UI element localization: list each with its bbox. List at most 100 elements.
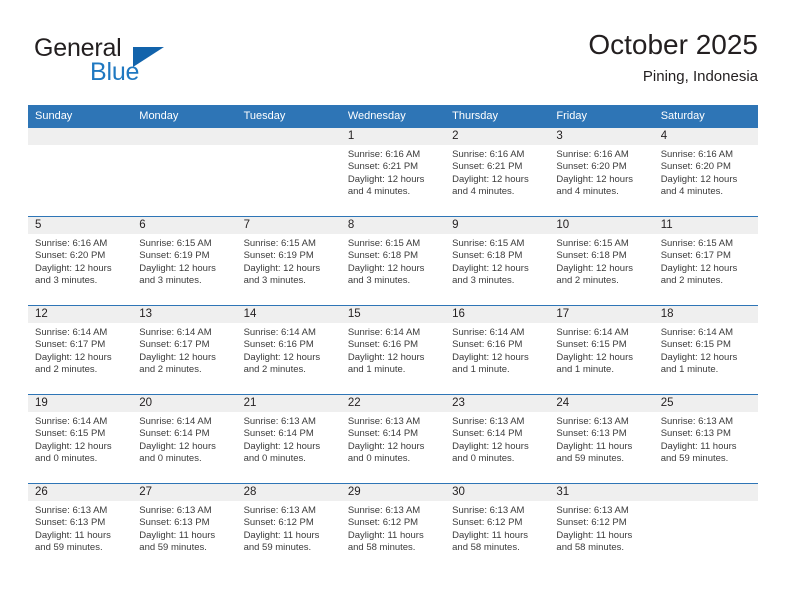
sunrise-text: Sunrise: 6:13 AM	[243, 416, 316, 427]
calendar-day-cell[interactable]: 1 Sunrise: 6:16 AM Sunset: 6:21 PM Daylight…	[340, 127, 446, 217]
sunset-text: Sunset: 6:13 PM	[35, 517, 106, 529]
sunrise-text: Sunrise: 6:16 AM	[452, 149, 525, 160]
day-box: 29 Sunrise: 6:13 AM Sunset: 6:12 PM Dayligh…	[340, 484, 446, 572]
calendar-day-cell[interactable]: 24 Sunrise: 6:13 AM Sunset: 6:13 PM Dayligh…	[549, 394, 654, 484]
calendar-day-cell[interactable]: 19 Sunrise: 6:14 AM Sunset: 6:15 PM Dayligh…	[28, 394, 133, 484]
sunset-text: Sunset: 6:14 PM	[347, 428, 419, 440]
calendar-day-cell[interactable]: 26 Sunrise: 6:13 AM Sunset: 6:13 PM Dayligh…	[28, 483, 133, 572]
calendar-day-cell[interactable]: 22 Sunrise: 6:13 AM Sunset: 6:14 PM Dayligh…	[340, 394, 446, 484]
day-number: 28	[236, 484, 341, 501]
sunset-text: Sunset: 6:16 PM	[452, 339, 523, 351]
calendar-day-cell[interactable]: 10 Sunrise: 6:15 AM Sunset: 6:18 PM Dayligh…	[549, 216, 654, 306]
calendar-day-cell[interactable]: 4 Sunrise: 6:16 AM Sunset: 6:20 PM Daylight…	[653, 127, 758, 217]
sunrise-text: Sunrise: 6:14 AM	[35, 327, 108, 338]
calendar-day-cell[interactable]: 15 Sunrise: 6:14 AM Sunset: 6:16 PM Dayligh…	[340, 305, 446, 395]
day-number: 2	[445, 128, 550, 145]
day-box: 5 Sunrise: 6:16 AM Sunset: 6:20 PM Daylight…	[28, 217, 133, 305]
calendar-day-cell[interactable]: 20 Sunrise: 6:14 AM Sunset: 6:14 PM Dayligh…	[132, 394, 237, 484]
sunrise-text: Sunrise: 6:14 AM	[660, 327, 734, 338]
daylight-text: Daylight: 12 hours and 2 minutes.	[556, 262, 633, 287]
day-details: Sunrise: 6:14 AM Sunset: 6:15 PM Daylight:…	[549, 323, 653, 377]
calendar-day-cell[interactable]: 9 Sunrise: 6:15 AM Sunset: 6:18 PM Daylight…	[445, 216, 550, 306]
calendar-day-cell[interactable]: 25 Sunrise: 6:13 AM Sunset: 6:13 PM Dayligh…	[653, 394, 758, 484]
calendar-day-cell[interactable]: 12 Sunrise: 6:14 AM Sunset: 6:17 PM Dayligh…	[28, 305, 133, 395]
daylight-text: Daylight: 12 hours and 0 minutes.	[35, 440, 112, 465]
day-number: 5	[28, 217, 133, 234]
calendar-day-cell-empty	[236, 127, 341, 217]
brand-logo[interactable]: General Blue	[34, 34, 264, 92]
daylight-text: Daylight: 11 hours and 58 minutes.	[347, 529, 424, 554]
day-details: Sunrise: 6:14 AM Sunset: 6:16 PM Daylight:…	[445, 323, 549, 377]
calendar-week-row: 19 Sunrise: 6:14 AM Sunset: 6:15 PM Dayligh…	[28, 394, 758, 484]
day-number: 1	[340, 128, 446, 145]
calendar-day-cell[interactable]: 3 Sunrise: 6:16 AM Sunset: 6:20 PM Daylight…	[549, 127, 654, 217]
calendar-day-cell[interactable]: 7 Sunrise: 6:15 AM Sunset: 6:19 PM Daylight…	[236, 216, 341, 306]
sunrise-text: Sunrise: 6:13 AM	[452, 505, 525, 516]
day-box	[236, 128, 341, 216]
day-box: 2 Sunrise: 6:16 AM Sunset: 6:21 PM Daylight…	[445, 128, 550, 216]
sunset-text: Sunset: 6:15 PM	[35, 428, 106, 440]
weekday-header-friday: Friday	[549, 105, 654, 128]
sunrise-text: Sunrise: 6:13 AM	[556, 505, 629, 516]
day-number	[132, 128, 237, 145]
sunrise-text: Sunrise: 6:14 AM	[243, 327, 316, 338]
sunrise-text: Sunrise: 6:13 AM	[139, 505, 212, 516]
weekday-header-tuesday: Tuesday	[236, 105, 341, 128]
calendar-day-cell[interactable]: 8 Sunrise: 6:15 AM Sunset: 6:18 PM Daylight…	[340, 216, 446, 306]
day-number: 10	[549, 217, 654, 234]
calendar-day-cell[interactable]: 23 Sunrise: 6:13 AM Sunset: 6:14 PM Dayligh…	[445, 394, 550, 484]
sunset-text: Sunset: 6:14 PM	[452, 428, 523, 440]
day-details: Sunrise: 6:13 AM Sunset: 6:14 PM Daylight:…	[341, 412, 445, 466]
day-box: 14 Sunrise: 6:14 AM Sunset: 6:16 PM Dayligh…	[236, 306, 341, 394]
calendar-day-cell[interactable]: 14 Sunrise: 6:14 AM Sunset: 6:16 PM Dayligh…	[236, 305, 341, 395]
day-number: 6	[132, 217, 237, 234]
day-details: Sunrise: 6:14 AM Sunset: 6:15 PM Daylight:…	[28, 412, 132, 466]
day-box: 10 Sunrise: 6:15 AM Sunset: 6:18 PM Dayligh…	[549, 217, 654, 305]
daylight-text: Daylight: 12 hours and 4 minutes.	[660, 173, 738, 198]
day-box: 8 Sunrise: 6:15 AM Sunset: 6:18 PM Daylight…	[340, 217, 446, 305]
calendar-day-cell[interactable]: 29 Sunrise: 6:13 AM Sunset: 6:12 PM Dayligh…	[340, 483, 446, 572]
sunrise-text: Sunrise: 6:15 AM	[452, 238, 525, 249]
sunset-text: Sunset: 6:13 PM	[660, 428, 731, 440]
page-header: General Blue October 2025 Pining, Indone…	[34, 28, 758, 98]
calendar-table: Sunday Monday Tuesday Wednesday Thursday…	[28, 105, 758, 572]
calendar-day-cell[interactable]: 5 Sunrise: 6:16 AM Sunset: 6:20 PM Daylight…	[28, 216, 133, 306]
calendar-day-cell[interactable]: 11 Sunrise: 6:15 AM Sunset: 6:17 PM Dayligh…	[653, 216, 758, 306]
calendar-day-cell[interactable]: 18 Sunrise: 6:14 AM Sunset: 6:15 PM Dayligh…	[653, 305, 758, 395]
calendar-day-cell[interactable]: 27 Sunrise: 6:13 AM Sunset: 6:13 PM Dayligh…	[132, 483, 237, 572]
calendar-day-cell-empty	[132, 127, 237, 217]
day-box: 11 Sunrise: 6:15 AM Sunset: 6:17 PM Dayligh…	[653, 217, 758, 305]
sunset-text: Sunset: 6:14 PM	[243, 428, 314, 440]
calendar-day-cell[interactable]: 28 Sunrise: 6:13 AM Sunset: 6:12 PM Dayligh…	[236, 483, 341, 572]
day-box: 22 Sunrise: 6:13 AM Sunset: 6:14 PM Dayligh…	[340, 395, 446, 483]
calendar-day-cell[interactable]: 16 Sunrise: 6:14 AM Sunset: 6:16 PM Dayligh…	[445, 305, 550, 395]
sunset-text: Sunset: 6:17 PM	[660, 250, 731, 262]
day-details: Sunrise: 6:16 AM Sunset: 6:20 PM Daylight:…	[654, 145, 758, 199]
calendar-day-cell[interactable]: 17 Sunrise: 6:14 AM Sunset: 6:15 PM Dayligh…	[549, 305, 654, 395]
day-number: 29	[340, 484, 446, 501]
weekday-header-thursday: Thursday	[445, 105, 550, 128]
day-number	[653, 484, 758, 501]
sunrise-text: Sunrise: 6:14 AM	[139, 327, 212, 338]
daylight-text: Daylight: 12 hours and 4 minutes.	[556, 173, 633, 198]
weekday-header-saturday: Saturday	[653, 105, 758, 128]
calendar-day-cell[interactable]: 31 Sunrise: 6:13 AM Sunset: 6:12 PM Dayligh…	[549, 483, 654, 572]
day-number: 27	[132, 484, 237, 501]
calendar-day-cell[interactable]: 13 Sunrise: 6:14 AM Sunset: 6:17 PM Dayligh…	[132, 305, 237, 395]
sunrise-text: Sunrise: 6:13 AM	[660, 416, 734, 427]
day-box	[132, 128, 237, 216]
day-box: 27 Sunrise: 6:13 AM Sunset: 6:13 PM Dayligh…	[132, 484, 237, 572]
calendar-day-cell[interactable]: 30 Sunrise: 6:13 AM Sunset: 6:12 PM Dayligh…	[445, 483, 550, 572]
day-details: Sunrise: 6:15 AM Sunset: 6:18 PM Daylight:…	[445, 234, 549, 288]
day-box: 13 Sunrise: 6:14 AM Sunset: 6:17 PM Dayligh…	[132, 306, 237, 394]
daylight-text: Daylight: 11 hours and 59 minutes.	[35, 529, 111, 554]
calendar-day-cell[interactable]: 6 Sunrise: 6:15 AM Sunset: 6:19 PM Daylight…	[132, 216, 237, 306]
day-number: 7	[236, 217, 341, 234]
daylight-text: Daylight: 11 hours and 59 minutes.	[556, 440, 633, 465]
calendar-day-cell[interactable]: 2 Sunrise: 6:16 AM Sunset: 6:21 PM Daylight…	[445, 127, 550, 217]
daylight-text: Daylight: 12 hours and 0 minutes.	[243, 440, 321, 465]
calendar-day-cell[interactable]: 21 Sunrise: 6:13 AM Sunset: 6:14 PM Dayligh…	[236, 394, 341, 484]
sunset-text: Sunset: 6:21 PM	[347, 161, 419, 173]
sunset-text: Sunset: 6:14 PM	[139, 428, 210, 440]
sunset-text: Sunset: 6:21 PM	[452, 161, 523, 173]
